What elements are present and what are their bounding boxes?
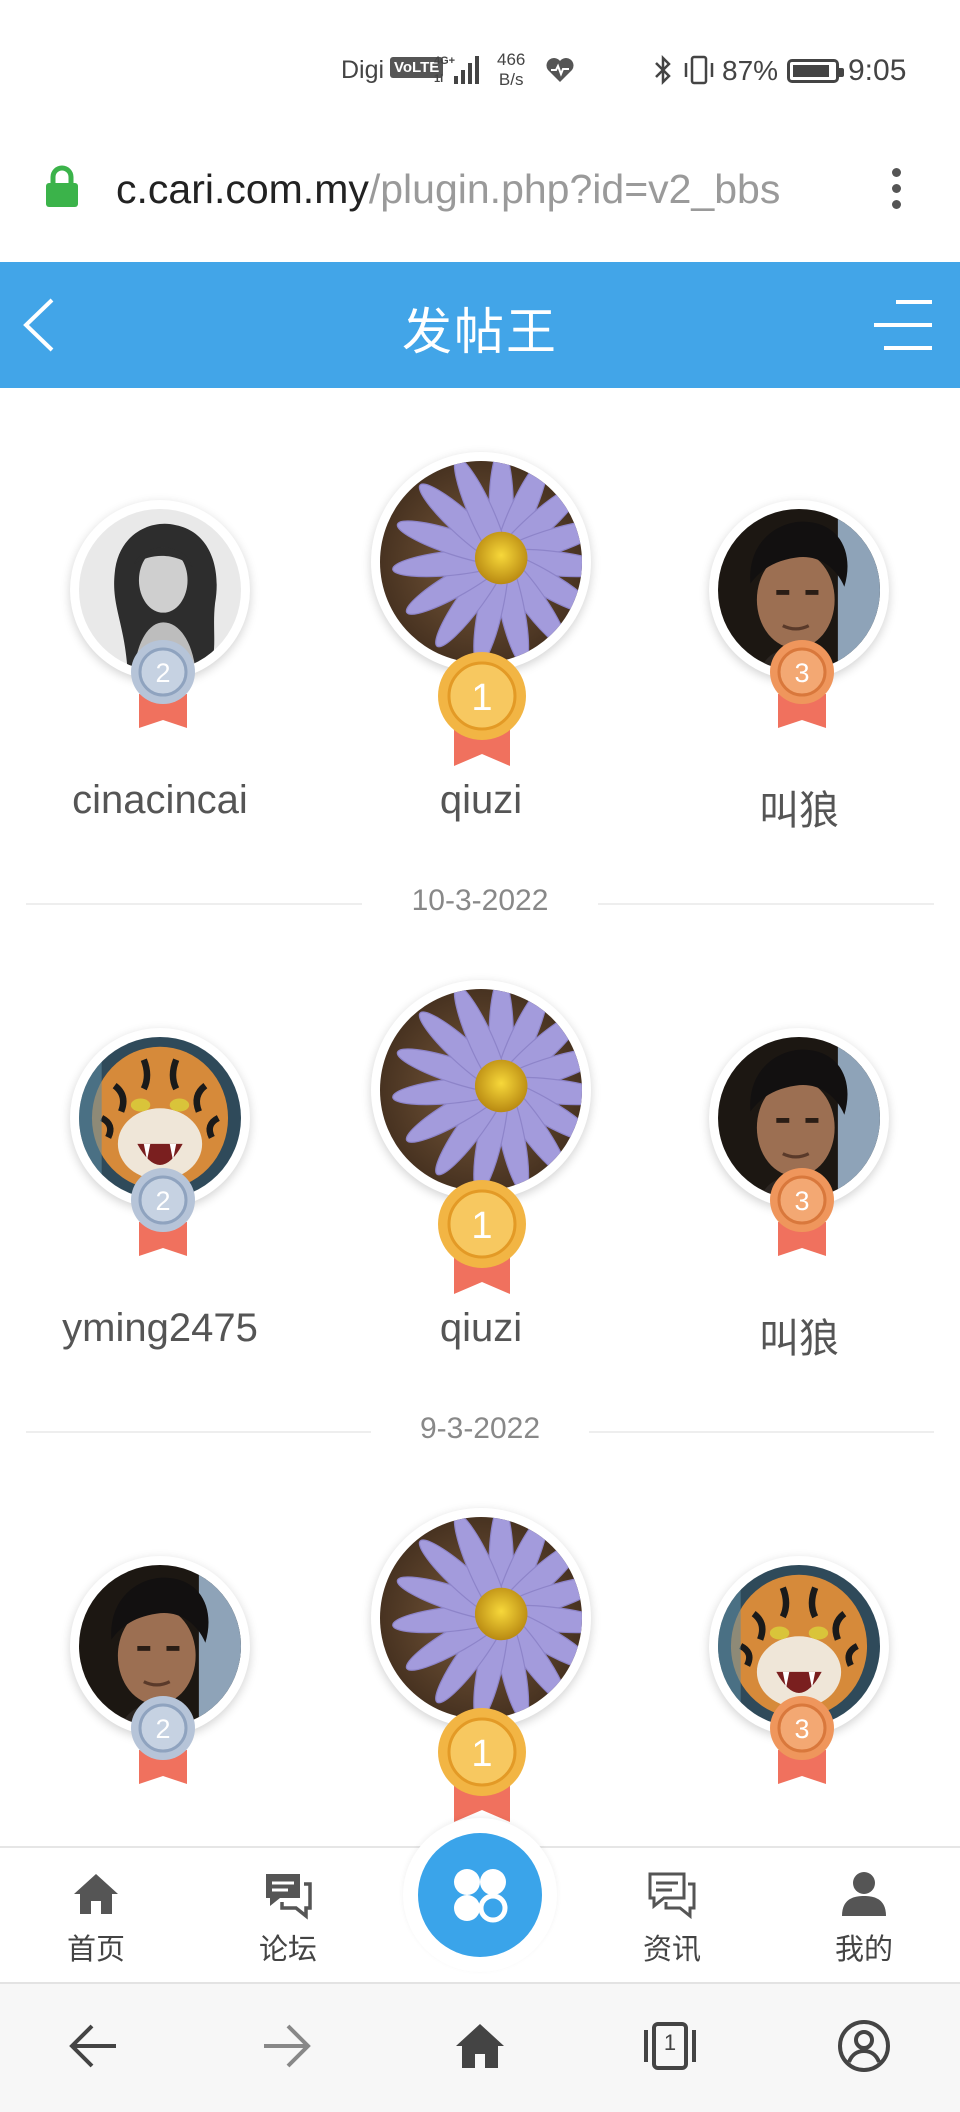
forward-icon[interactable] <box>258 2018 314 2074</box>
vibrate-icon <box>684 55 714 85</box>
rank-3-entry[interactable] <box>650 1556 889 1848</box>
avatar[interactable] <box>371 452 591 672</box>
nav-label: 资讯 <box>642 1934 701 1966</box>
bronze-medal-icon <box>766 1694 838 1786</box>
nav-item-home[interactable]: 首页 <box>36 1868 156 1968</box>
rank-3-entry[interactable]: 叫狼 <box>650 1028 889 1408</box>
gold-medal-icon <box>432 1706 532 1824</box>
ranking-podium: cinacincai qiuzi 叫狼 <box>0 452 960 920</box>
date-label: 10-3-2022 <box>26 884 934 918</box>
nav-label: 首页 <box>66 1934 125 1966</box>
news-icon <box>648 1872 696 1920</box>
account-icon[interactable] <box>836 2018 892 2074</box>
silver-medal-icon <box>127 1166 199 1258</box>
gold-medal-icon <box>432 650 532 768</box>
nav-label: 论坛 <box>258 1934 317 1966</box>
network-speed-value: 466 <box>497 50 526 69</box>
rank-2-entry[interactable]: cinacincai <box>0 500 250 880</box>
avatar[interactable] <box>371 980 591 1200</box>
lock-icon <box>46 165 78 207</box>
battery-icon <box>787 59 844 83</box>
svg-text:1l: 1l <box>434 73 443 85</box>
url-path: /plugin.php?id=v2_bbs <box>368 166 781 212</box>
home-icon[interactable] <box>452 2018 508 2074</box>
nav-item-news[interactable]: 资讯 <box>612 1868 732 1968</box>
rank-1-entry[interactable]: qiuzi <box>351 980 591 1408</box>
bluetooth-icon <box>655 54 671 86</box>
apps-fab-button[interactable] <box>418 1833 542 1957</box>
rank-2-entry[interactable]: yming2475 <box>0 1028 258 1408</box>
browser-url-bar[interactable]: c.cari.com.my/plugin.php?id=v2_bbs <box>0 140 960 262</box>
svg-text:4G+: 4G+ <box>434 55 455 67</box>
more-options-icon[interactable] <box>884 164 908 214</box>
clock: 9:05 <box>848 54 907 87</box>
carrier-label: Digi <box>341 56 385 84</box>
date-divider: 10-3-2022 <box>26 878 934 928</box>
app-header: 发帖王 <box>0 262 960 388</box>
browser-toolbar: 1 <box>0 1982 960 2112</box>
tabs-button[interactable]: 1 <box>642 2018 698 2074</box>
home-icon <box>74 1874 118 1914</box>
username[interactable]: qiuzi <box>351 778 611 823</box>
silver-medal-icon <box>127 638 199 730</box>
date-divider: 9-3-2022 <box>26 1406 934 1456</box>
rank-3-entry[interactable]: 叫狼 <box>650 500 889 880</box>
gold-medal-icon <box>432 1178 532 1296</box>
network-speed-unit: B/s <box>498 70 524 89</box>
url-text[interactable]: c.cari.com.my/plugin.php?id=v2_bbs <box>116 166 844 213</box>
battery-percent: 87% <box>722 55 779 86</box>
bronze-medal-icon <box>766 1166 838 1258</box>
tab-count: 1 <box>663 2030 677 2055</box>
rank-1-entry[interactable]: qiuzi <box>351 452 591 880</box>
username[interactable]: cinacincai <box>30 778 290 823</box>
forum-icon <box>266 1874 312 1920</box>
page-title: 发帖王 <box>402 304 558 360</box>
username[interactable]: 叫狼 <box>669 1306 929 1364</box>
avatar[interactable] <box>371 1508 591 1728</box>
date-label: 9-3-2022 <box>26 1412 934 1446</box>
rank-1-entry[interactable] <box>351 1508 591 1848</box>
nav-item-mine[interactable]: 我的 <box>804 1868 924 1968</box>
username[interactable]: 叫狼 <box>669 778 929 836</box>
ranking-podium <box>0 1508 960 1848</box>
ranking-list: cinacincai qiuzi 叫狼 10-3-2022 yming2475 … <box>0 388 960 1848</box>
username[interactable]: qiuzi <box>351 1306 611 1351</box>
url-host: c.cari.com.my <box>116 166 369 212</box>
back-icon[interactable] <box>66 2018 122 2074</box>
network-speed: 466 B/s <box>497 50 525 90</box>
rank-2-entry[interactable] <box>0 1556 250 1848</box>
username[interactable]: yming2475 <box>30 1306 290 1351</box>
menu-icon[interactable] <box>872 296 934 354</box>
user-icon <box>842 1872 886 1916</box>
nav-item-forum[interactable]: 论坛 <box>228 1868 348 1968</box>
bronze-medal-icon <box>766 638 838 730</box>
status-bar: Digi VoLTE 4G+ 1l 466 B/s 87% 9:05 <box>0 0 960 140</box>
silver-medal-icon <box>127 1694 199 1786</box>
apps-icon <box>454 1869 508 1923</box>
signal-icon: 4G+ 1l <box>434 55 479 85</box>
nav-label: 我的 <box>834 1934 893 1966</box>
ranking-podium: yming2475 qiuzi 叫狼 <box>0 980 960 1448</box>
heart-rate-icon <box>546 58 574 82</box>
